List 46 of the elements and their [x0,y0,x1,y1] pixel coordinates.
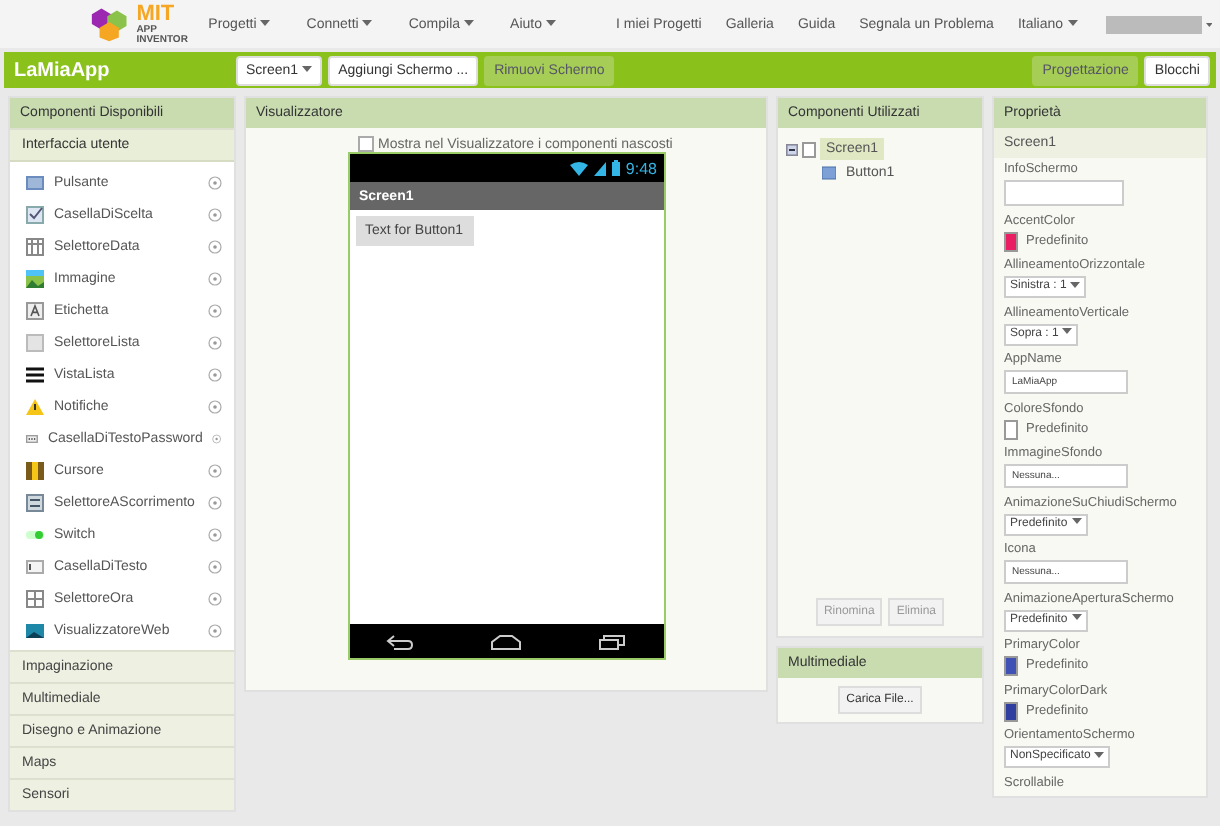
caret-icon [1205,21,1212,27]
project-name: LaMiaApp [12,59,112,81]
color-swatch[interactable] [1004,419,1018,439]
button-icon [822,165,836,181]
color-swatch[interactable] [1004,701,1018,721]
caret-icon [546,20,557,27]
component-icon [26,493,44,511]
text-area-field[interactable] [1004,180,1124,206]
color-swatch[interactable] [1004,231,1018,251]
screen-icon [802,141,816,157]
caret-icon [1070,281,1081,288]
home-icon [489,633,522,649]
component-icon [26,173,44,191]
caret-icon [362,20,373,27]
caret-icon [464,20,475,27]
component-icon [26,237,44,255]
caret-icon [260,20,271,27]
signal-icon [593,161,606,175]
component-icon [26,621,44,639]
component-icon [26,397,44,415]
back-icon [386,633,415,649]
component-icon [26,461,44,479]
component-icon [26,365,44,383]
logo-title: MIT [136,3,177,25]
caret-icon [1067,20,1078,27]
component-icon [26,301,44,319]
color-swatch[interactable] [1004,656,1018,676]
collapse-icon[interactable] [786,143,798,155]
caret-icon [1071,518,1082,525]
caret-icon [1071,614,1082,621]
component-icon [26,589,44,607]
wifi-icon [569,161,588,175]
status-time: 9:48 [625,159,657,177]
component-icon [26,525,44,543]
caret-icon [302,66,313,73]
component-icon [26,333,44,351]
battery-icon [611,160,620,176]
account-name-block[interactable] [1105,15,1202,33]
recent-apps-icon [597,633,626,649]
caret-icon [1094,751,1105,758]
checkbox[interactable] [358,136,374,152]
component-icon [26,557,44,575]
cubes-logo-icon [88,6,131,42]
component-icon [26,269,44,287]
component-icon [26,205,44,223]
caret-icon [1062,328,1073,335]
